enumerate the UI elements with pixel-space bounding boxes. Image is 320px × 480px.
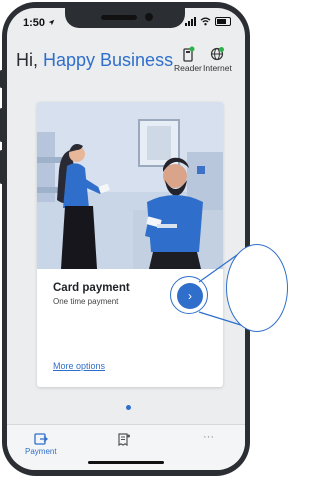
card-reader-icon [183,46,195,62]
notch [65,8,185,28]
side-button [0,150,3,184]
status-time: 1:50 [23,17,55,29]
side-button [0,70,3,88]
more-options-link[interactable]: More options [53,361,105,371]
start-card-payment-button[interactable]: › [177,283,203,309]
page-title: Hi, Happy Business [16,50,173,71]
cellular-signal-icon [185,17,196,26]
receipt-icon [118,433,130,446]
card-subtitle: One time payment [53,297,119,306]
side-button [0,108,3,142]
payment-illustration [37,102,223,269]
reader-status-button[interactable]: Reader [174,46,202,73]
internet-label: Internet [203,63,232,73]
status-icons [185,17,231,26]
wifi-icon [200,17,211,26]
tab-payment[interactable]: Payment [25,433,57,456]
app-screen: 1:50 Hi, Happy Business Reader Internet … [7,8,245,470]
greeting-prefix: Hi, [16,50,43,70]
more-menu-button[interactable]: ··· [203,431,214,443]
home-indicator [88,461,164,464]
zoom-callout [226,244,288,332]
globe-icon [211,47,225,61]
card-title: Card payment [53,282,130,294]
status-bar: 1:50 [7,8,245,36]
reader-label: Reader [174,63,202,73]
payment-icon [34,433,48,445]
tab-receipts[interactable] [117,433,131,446]
speaker [101,15,137,20]
business-name: Happy Business [43,50,174,70]
battery-icon [215,17,231,26]
location-arrow-icon [48,19,55,26]
page-indicator-dot [126,405,131,410]
front-camera [145,13,153,21]
card-payment-card[interactable]: Card payment One time payment › More opt… [37,102,223,387]
tab-payment-label: Payment [25,447,57,456]
internet-status-button[interactable]: Internet [203,46,232,73]
